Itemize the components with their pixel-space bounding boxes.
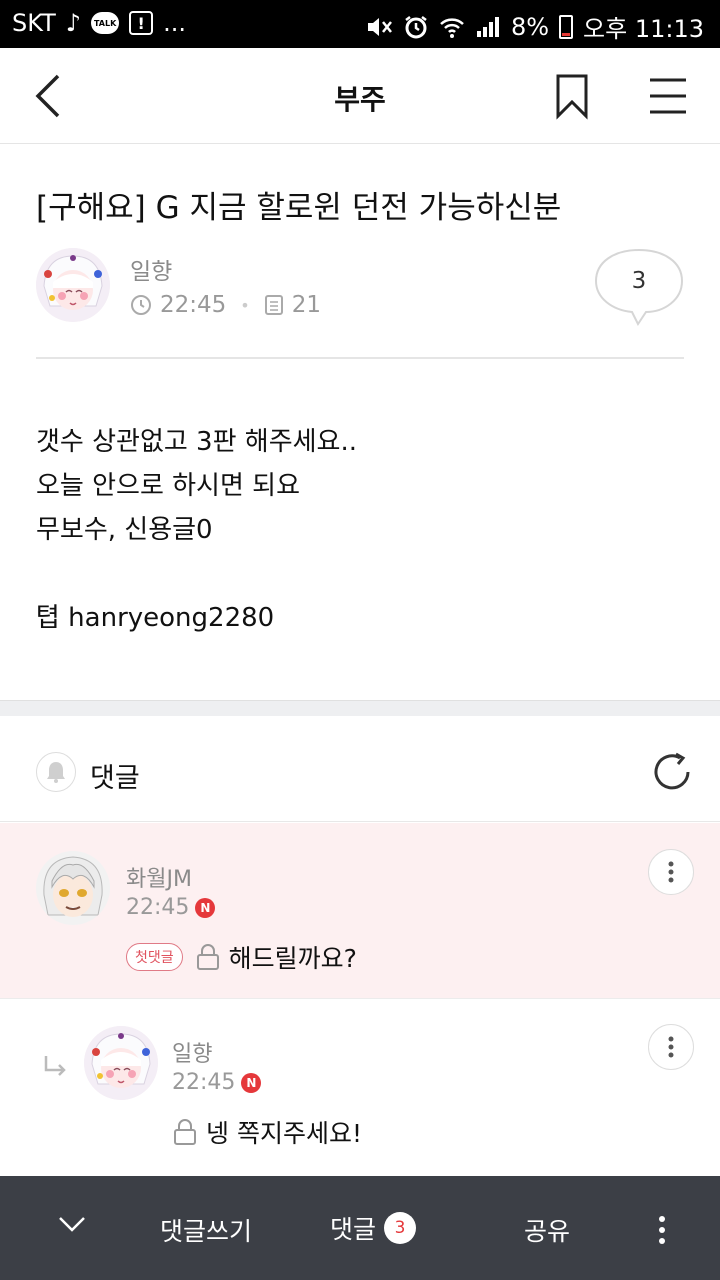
section-gap [0, 700, 720, 716]
commenter-name[interactable]: 일향 [172, 1036, 212, 1068]
author-avatar[interactable] [36, 248, 110, 322]
first-comment-badge: 첫댓글 [126, 943, 183, 971]
mute-icon [365, 14, 393, 40]
more-vertical-icon [668, 1036, 674, 1058]
post-divider [36, 357, 684, 359]
music-note-icon: ♪ [65, 9, 82, 37]
post-body-line: 갯수 상관없고 3판 해주세요.. [36, 427, 357, 457]
menu-button[interactable] [646, 76, 690, 116]
comments-header: 댓글 [0, 716, 720, 822]
wifi-icon [439, 15, 465, 39]
new-badge: N [195, 897, 216, 918]
comment-count: 3 [631, 268, 647, 294]
commenter-avatar[interactable] [84, 1026, 158, 1100]
comments-count-badge: 3 [384, 1212, 417, 1244]
lock-icon [196, 944, 219, 970]
share-button[interactable]: 공유 [524, 1212, 570, 1248]
comment-more-button[interactable] [648, 849, 694, 895]
comment-count-bubble[interactable]: 3 [594, 248, 684, 328]
share-label: 공유 [524, 1217, 571, 1246]
comment-text: 해드릴까요? [228, 944, 357, 973]
post-body-line: 텹 hanryeong2280 [36, 603, 275, 633]
bookmark-button[interactable] [552, 72, 592, 120]
post-body-line: 오늘 안으로 하시면 되요 [36, 471, 300, 501]
hamburger-icon [650, 78, 686, 114]
post-time: 22:45 [160, 292, 227, 318]
bottom-action-bar: 댓글쓰기 댓글 3 공유 [0, 1176, 720, 1280]
refresh-icon [654, 752, 690, 790]
post-body: 갯수 상관없고 3판 해주세요.. 오늘 안으로 하시면 되요 무보수, 신용글… [36, 420, 357, 640]
notification-bell-button[interactable] [36, 752, 76, 792]
post-views: 21 [291, 292, 322, 318]
signal-icon [475, 15, 501, 39]
comment-content: 첫댓글 해드릴까요? [126, 939, 357, 975]
kakaotalk-icon: TALK [91, 12, 120, 34]
comment-time: 22:45 N [172, 1070, 262, 1095]
refresh-button[interactable] [650, 750, 694, 794]
clock: 오후 11:13 [583, 15, 704, 43]
anime-boy-avatar-icon [36, 851, 110, 925]
reply-arrow-icon [44, 1056, 66, 1076]
comment-text: 넹 쪽지주세요! [206, 1119, 362, 1148]
new-badge: N [241, 1072, 262, 1093]
comment-time: 22:45 N [126, 895, 216, 920]
app-header: 부주 [0, 48, 720, 144]
comment-content: 넹 쪽지주세요! [172, 1114, 362, 1150]
alert-icon: ! [129, 11, 154, 35]
post-body-line: 무보수, 신용글0 [36, 515, 213, 545]
more-vertical-icon [659, 1216, 665, 1244]
views-icon [264, 295, 283, 315]
lock-icon [174, 1119, 196, 1145]
battery-percent: 8% [510, 12, 550, 41]
bookmark-icon [556, 74, 588, 120]
board-title: 부주 [334, 83, 386, 116]
anime-girl-avatar-icon [84, 1026, 158, 1100]
write-comment-label: 댓글쓰기 [160, 1217, 253, 1246]
post-body-line [36, 552, 357, 596]
battery-icon [559, 14, 574, 39]
reply-item: 일향 22:45 N 넹 쪽지주세요! [0, 1000, 720, 1176]
post-title: [구해요] G 지금 할로윈 던전 가능하신분 [36, 190, 562, 226]
collapse-button[interactable] [58, 1216, 86, 1234]
status-bar: SKT ♪ TALK ! ... 8% 오후 11:13 [0, 0, 720, 48]
comment-more-button[interactable] [648, 1024, 694, 1070]
comments-button[interactable]: 댓글 3 [330, 1210, 417, 1246]
post-meta: 22:45 • 21 [130, 292, 321, 318]
alarm-icon [403, 14, 429, 40]
commenter-name[interactable]: 화월JM [126, 861, 192, 893]
post-author[interactable]: 일향 [130, 252, 172, 286]
comment-item: 화월JM 22:45 N 첫댓글 해드릴까요? [0, 823, 720, 999]
more-vertical-icon [668, 861, 674, 883]
comments-label: 댓글 [90, 763, 140, 794]
comments-button-label: 댓글 [330, 1215, 377, 1244]
clock-icon [131, 295, 151, 315]
more-options-button[interactable] [658, 1216, 666, 1244]
anime-girl-avatar-icon [36, 248, 110, 322]
more-notifications: ... [163, 9, 186, 37]
write-comment-button[interactable]: 댓글쓰기 [160, 1212, 252, 1248]
bell-icon [47, 762, 65, 783]
meta-separator: • [240, 295, 250, 315]
chevron-down-icon [59, 1217, 85, 1232]
commenter-avatar[interactable] [36, 851, 110, 925]
carrier-label: SKT [12, 9, 56, 37]
